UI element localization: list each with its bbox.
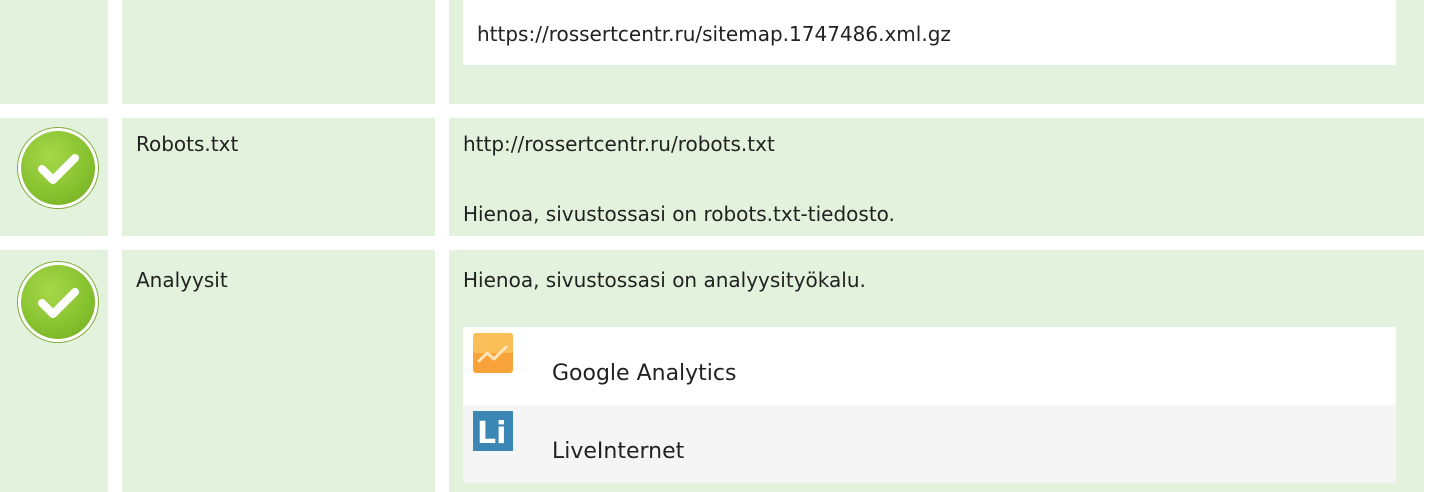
- robots-label-cell: Robots.txt: [122, 118, 435, 236]
- liveinternet-icon: Li: [473, 411, 513, 451]
- analytics-status-cell: [0, 250, 108, 492]
- analytics-label: Analyysit: [136, 268, 228, 292]
- sitemap-url-box: https://rossertcentr.ru/sitemap.1747486.…: [463, 0, 1396, 65]
- tool-name: Google Analytics: [552, 361, 737, 386]
- svg-text:Li: Li: [477, 416, 506, 451]
- robots-label: Robots.txt: [136, 132, 239, 156]
- analytics-label-cell: Analyysit: [122, 250, 435, 492]
- tool-name: LiveInternet: [552, 439, 685, 464]
- list-item-google-analytics: Google Analytics: [463, 327, 1396, 405]
- robots-status-cell: [0, 118, 108, 236]
- robots-url-link[interactable]: http://rossertcentr.ru/robots.txt: [463, 132, 775, 156]
- check-circle-icon: [18, 262, 98, 342]
- robots-message: Hienoa, sivustossasi on robots.txt-tiedo…: [463, 202, 895, 226]
- sitemap-status-cell: [0, 0, 108, 104]
- list-item-liveinternet: Li LiveInternet: [463, 405, 1396, 483]
- sitemap-label-cell: [122, 0, 435, 104]
- robots-value-cell: http://rossertcentr.ru/robots.txt Hienoa…: [449, 118, 1424, 236]
- check-circle-icon: [18, 128, 98, 208]
- sitemap-value-cell: https://rossertcentr.ru/sitemap.1747486.…: [449, 0, 1424, 104]
- sitemap-link[interactable]: https://rossertcentr.ru/sitemap.1747486.…: [477, 22, 951, 46]
- google-analytics-icon: [473, 333, 513, 373]
- analytics-value-cell: Hienoa, sivustossasi on analyysityökalu.…: [449, 250, 1424, 492]
- analytics-tools-list: Google Analytics Li LiveInternet: [463, 327, 1396, 483]
- analytics-message: Hienoa, sivustossasi on analyysityökalu.: [463, 268, 866, 292]
